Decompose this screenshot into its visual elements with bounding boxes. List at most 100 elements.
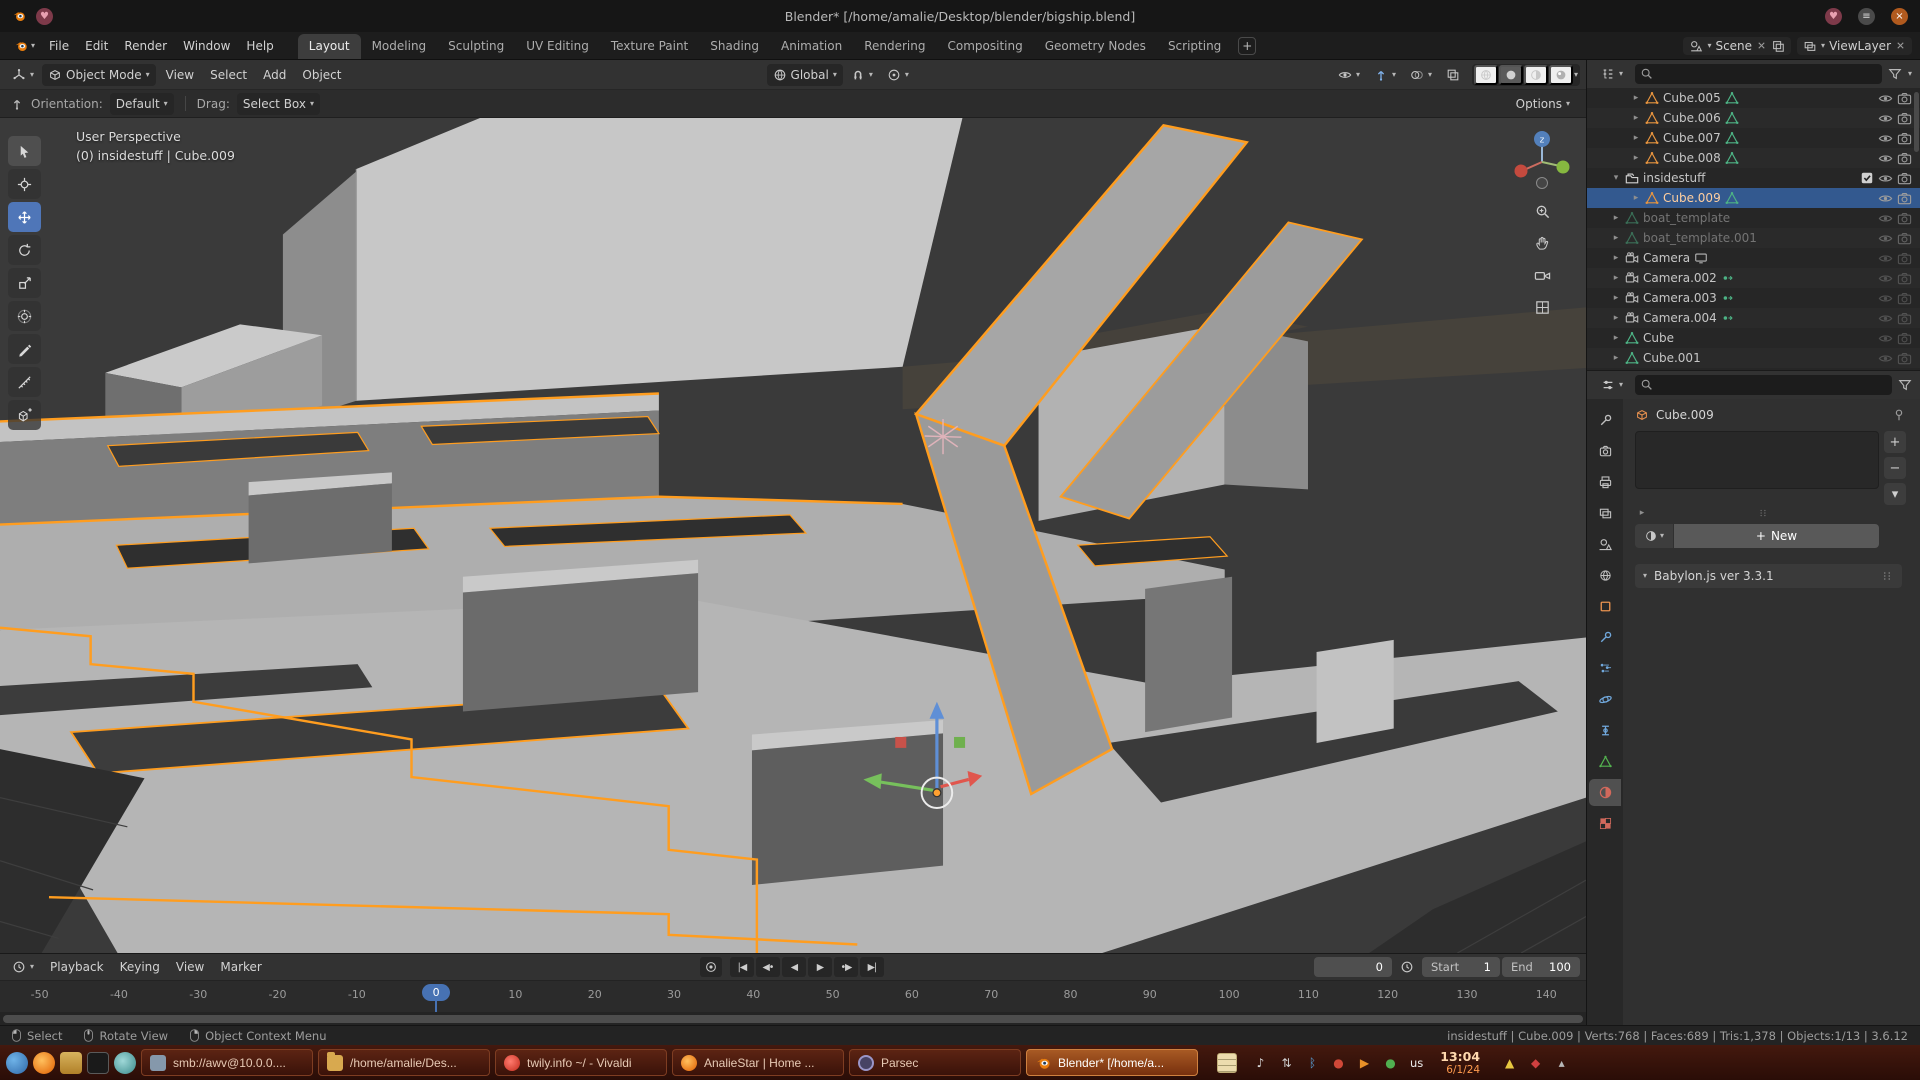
tool-transform[interactable] [8, 301, 41, 331]
ortho-toggle-button[interactable] [1531, 296, 1553, 318]
axis-negz-ball[interactable] [1537, 178, 1548, 189]
properties-tab-data[interactable] [1589, 748, 1621, 775]
updates-tray-icon[interactable]: ● [1330, 1054, 1347, 1071]
hide-eye-icon[interactable] [1878, 191, 1893, 206]
pin-icon[interactable] [1892, 408, 1906, 422]
render-visibility-icon[interactable] [1897, 291, 1912, 306]
browse-material-button[interactable]: ▾ [1635, 524, 1673, 548]
viewport-canvas[interactable] [0, 118, 1586, 953]
properties-tab-scene[interactable] [1589, 531, 1621, 558]
outliner-editor-type-button[interactable]: ▾ [1595, 63, 1629, 85]
properties-tab-texture[interactable] [1589, 810, 1621, 837]
hide-eye-icon[interactable] [1878, 291, 1893, 306]
timeline-editor-type-button[interactable]: ▾ [6, 956, 40, 978]
disclosure-icon[interactable]: ▸ [1611, 293, 1621, 303]
viewport-menu-item[interactable]: Object [294, 68, 349, 82]
launcher-files-icon[interactable] [60, 1052, 82, 1074]
render-visibility-icon[interactable] [1897, 111, 1912, 126]
render-visibility-icon[interactable] [1897, 91, 1912, 106]
add-slot-button[interactable]: + [1884, 431, 1906, 453]
properties-tab-tool[interactable] [1589, 407, 1621, 434]
viewport-menu-item[interactable]: Add [255, 68, 294, 82]
notifications-tray-icon[interactable]: ▲ [1501, 1054, 1518, 1071]
tool-cursor[interactable] [8, 169, 41, 199]
render-visibility-icon[interactable] [1897, 211, 1912, 226]
outliner-row[interactable]: ▸Cube [1587, 328, 1920, 348]
workspace-tab[interactable]: Modeling [361, 34, 438, 59]
timeline-menu-item[interactable]: Marker [212, 960, 269, 974]
snap-toggle-button[interactable]: ▾ [845, 64, 879, 86]
tool-rotate[interactable] [8, 235, 41, 265]
view-axis-gizmo[interactable]: z [1510, 126, 1574, 190]
hide-eye-icon[interactable] [1878, 251, 1893, 266]
topbar-menu-item[interactable]: Render [116, 39, 175, 53]
taskbar-clock[interactable]: 13:04 6/1/24 [1440, 1049, 1480, 1077]
tool-select-box[interactable] [8, 136, 41, 166]
material-slot-list[interactable] [1635, 431, 1879, 489]
outliner-row[interactable]: ▸Cube.002 [1587, 368, 1920, 370]
launcher-firefox-icon[interactable] [33, 1052, 55, 1074]
slot-specials-button[interactable]: ▾ [1884, 483, 1906, 505]
render-visibility-icon[interactable] [1897, 331, 1912, 346]
properties-editor-type-button[interactable]: ▾ [1595, 374, 1629, 396]
disclosure-icon[interactable]: ▸ [1611, 313, 1621, 323]
topbar-menu-item[interactable]: Edit [77, 39, 116, 53]
messenger-tray-icon[interactable]: ● [1382, 1054, 1399, 1071]
workspace-tab[interactable]: Geometry Nodes [1034, 34, 1157, 59]
frame-start-field[interactable]: Start1 [1422, 957, 1500, 977]
workspace-tab[interactable]: Sculpting [437, 34, 515, 59]
workspace-tab[interactable]: Layout [298, 34, 361, 59]
timeline-playhead[interactable]: 0 [421, 981, 451, 1012]
properties-tab-physics[interactable] [1589, 686, 1621, 713]
render-visibility-icon[interactable] [1897, 351, 1912, 366]
frame-end-field[interactable]: End100 [1502, 957, 1580, 977]
properties-tab-modifiers[interactable] [1589, 624, 1621, 651]
timeline-menu-item[interactable]: Playback [42, 960, 112, 974]
current-frame-field[interactable]: 0 [1314, 957, 1392, 977]
disclosure-icon[interactable]: ▸ [1611, 353, 1621, 363]
outliner-row[interactable]: ▸boat_template [1587, 208, 1920, 228]
shading-rendered-button[interactable] [1549, 65, 1573, 85]
collection-checkbox-icon[interactable] [1860, 171, 1874, 185]
hide-eye-icon[interactable] [1878, 171, 1893, 186]
timeline-menu-item[interactable]: View [168, 960, 212, 974]
shading-wireframe-button[interactable] [1474, 65, 1498, 85]
workspace-tab[interactable]: Shading [699, 34, 770, 59]
disclosure-icon[interactable]: ▸ [1631, 93, 1641, 103]
drag-grip-icon[interactable] [1880, 570, 1894, 582]
render-visibility-icon[interactable] [1897, 231, 1912, 246]
workspace-tab[interactable]: UV Editing [515, 34, 600, 59]
outliner-row[interactable]: ▸Cube.008 [1587, 148, 1920, 168]
taskbar-task-files[interactable]: smb://awv@10.0.0.... [141, 1049, 313, 1076]
filter-funnel-icon[interactable] [1898, 378, 1912, 392]
disclosure-icon[interactable]: ▸ [1631, 113, 1641, 123]
workspace-tab[interactable]: Texture Paint [600, 34, 699, 59]
render-visibility-icon[interactable] [1897, 171, 1912, 186]
notes-tray-icon[interactable] [1217, 1053, 1237, 1073]
transport-button[interactable]: ▶| [860, 957, 884, 977]
recorder-tray-icon[interactable]: ▶ [1356, 1054, 1373, 1071]
add-workspace-button[interactable]: + [1238, 37, 1256, 55]
hide-eye-icon[interactable] [1878, 91, 1893, 106]
viewport-menu-item[interactable]: View [158, 68, 202, 82]
taskbar-task-folder[interactable]: /home/amalie/Des... [318, 1049, 490, 1076]
network-tray-icon[interactable]: ⇅ [1278, 1054, 1295, 1071]
viewport-menu-item[interactable]: Select [202, 68, 255, 82]
topbar-menu-item[interactable]: Window [175, 39, 238, 53]
zoom-button[interactable] [1531, 200, 1553, 222]
chevron-down-icon[interactable]: ▾ [1908, 70, 1912, 78]
auto-keying-button[interactable] [700, 957, 722, 977]
camera-view-button[interactable] [1531, 264, 1553, 286]
hide-eye-icon[interactable] [1878, 131, 1893, 146]
tool-add-cube[interactable] [8, 400, 41, 430]
transport-button[interactable]: •▶ [834, 957, 858, 977]
outliner-scrollbar[interactable] [1914, 92, 1919, 152]
properties-tab-render[interactable] [1589, 438, 1621, 465]
visibility-dropdown-button[interactable]: ▾ [1332, 64, 1366, 86]
tool-scale[interactable] [8, 268, 41, 298]
transport-button[interactable]: ◀• [756, 957, 780, 977]
taskbar-task-parsec[interactable]: Parsec [849, 1049, 1021, 1076]
tool-annotate[interactable] [8, 334, 41, 364]
tool-move[interactable] [8, 202, 41, 232]
preview-range-button[interactable] [1394, 956, 1420, 978]
